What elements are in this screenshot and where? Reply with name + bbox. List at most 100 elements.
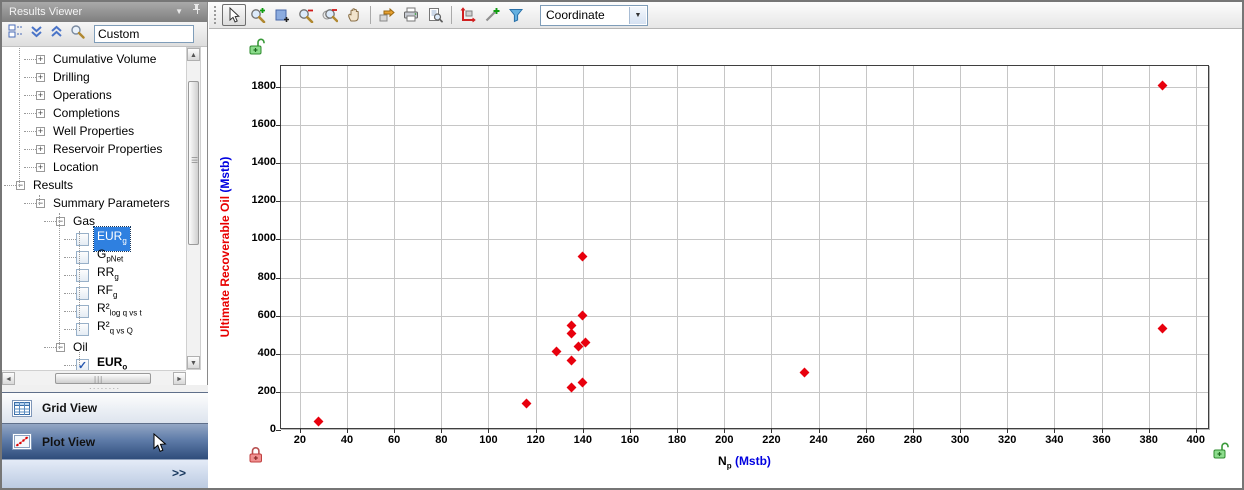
tree-item-label[interactable]: EURo	[94, 353, 130, 370]
tree-connector	[64, 329, 76, 330]
zoom-out-button[interactable]	[294, 4, 318, 26]
tree-item-label[interactable]: Location	[50, 158, 101, 176]
expand-icon[interactable]: +	[36, 109, 45, 118]
filter-button[interactable]	[504, 4, 528, 26]
x-tick-label: 280	[893, 434, 933, 446]
search-icon[interactable]	[70, 24, 85, 44]
item-checkbox[interactable]	[76, 287, 89, 300]
collapse-icon[interactable]: −	[56, 343, 65, 352]
add-annotation-button[interactable]	[480, 4, 504, 26]
data-point[interactable]	[1158, 80, 1168, 90]
scroll-up-icon[interactable]: ▲	[187, 48, 200, 61]
tree-item[interactable]: + Completions	[2, 104, 186, 122]
tree-item-label[interactable]: Cumulative Volume	[50, 50, 159, 68]
item-checkbox[interactable]	[76, 269, 89, 282]
data-point[interactable]	[799, 368, 809, 378]
expand-icon[interactable]: +	[36, 73, 45, 82]
panel-splitter-handle[interactable]: ........	[2, 385, 208, 392]
scatter-plot[interactable]: 2040608010012014016018020022024026028030…	[280, 65, 1209, 429]
item-checkbox[interactable]	[76, 305, 89, 318]
collapse-all-icon[interactable]	[30, 25, 43, 43]
tick-mark	[866, 428, 867, 433]
item-checkbox[interactable]: ✓	[76, 359, 89, 371]
data-point[interactable]	[578, 311, 588, 321]
expand-icon[interactable]: +	[36, 91, 45, 100]
toolbar-grip[interactable]	[214, 6, 217, 24]
scroll-down-icon[interactable]: ▼	[187, 356, 200, 369]
item-checkbox[interactable]	[76, 251, 89, 264]
y-axis-unlock-icon[interactable]	[248, 38, 266, 61]
panel-menu-chevron-icon[interactable]: ▼	[175, 2, 183, 22]
chevron-down-icon[interactable]: ▼	[629, 7, 646, 24]
tree-item[interactable]: −Results	[2, 176, 186, 194]
pan-hand-button[interactable]	[342, 4, 366, 26]
tree-item-label[interactable]: Summary Parameters	[50, 194, 173, 212]
tree-item[interactable]: + Reservoir Properties	[2, 140, 186, 158]
item-checkbox[interactable]	[76, 233, 89, 246]
data-point[interactable]	[578, 252, 588, 262]
tree-item[interactable]: + Location	[2, 158, 186, 176]
y-axis-title: Ultimate Recoverable Oil (Mstb)	[218, 157, 232, 338]
tree-vertical-scrollbar[interactable]: ▲ ☰ ▼	[186, 47, 201, 370]
collapse-icon[interactable]: −	[16, 181, 25, 190]
gridline	[394, 66, 395, 428]
data-point[interactable]	[552, 347, 562, 357]
vertical-scroll-thumb[interactable]: ☰	[188, 81, 199, 245]
tree-item[interactable]: −Summary Parameters	[2, 194, 186, 212]
tree-horizontal-scrollbar[interactable]: ◄ ||| ►	[2, 370, 186, 385]
data-point[interactable]	[578, 377, 588, 387]
tree-item-label[interactable]: Operations	[50, 86, 115, 104]
collapse-icon[interactable]: −	[36, 199, 45, 208]
data-point[interactable]	[566, 329, 576, 339]
select-pointer-button[interactable]	[222, 4, 246, 26]
collapse-icon[interactable]: −	[56, 217, 65, 226]
more-buttons-chevron[interactable]: >>	[172, 466, 186, 480]
grid-view-button[interactable]: Grid View	[2, 392, 208, 423]
data-point[interactable]	[521, 398, 531, 408]
tree-item[interactable]: R²q vs Q	[2, 320, 186, 338]
toolbar-separator	[451, 6, 452, 24]
print-preview-button[interactable]	[423, 4, 447, 26]
tree-item-label[interactable]: Drilling	[50, 68, 93, 86]
tree-item-label[interactable]: Reservoir Properties	[50, 140, 165, 158]
tree-item[interactable]: ✓ EURo	[2, 356, 186, 370]
y-tick-label: 1800	[232, 80, 276, 92]
layout-options-icon[interactable]	[8, 24, 23, 44]
x-axis-lock-icon[interactable]	[248, 446, 264, 469]
expand-icon[interactable]: +	[36, 145, 45, 154]
y-axis-unit: (Mstb)	[218, 157, 232, 196]
data-point[interactable]	[1158, 323, 1168, 333]
expand-icon[interactable]: +	[36, 163, 45, 172]
horizontal-scroll-thumb[interactable]: |||	[55, 373, 151, 384]
tree-item[interactable]: + Cumulative Volume	[2, 50, 186, 68]
tick-mark	[960, 428, 961, 433]
expand-icon[interactable]: +	[36, 127, 45, 136]
data-point[interactable]	[314, 416, 324, 426]
tree-item-label[interactable]: Completions	[50, 104, 123, 122]
axis-options-button[interactable]	[456, 4, 480, 26]
scroll-right-icon[interactable]: ►	[173, 372, 186, 385]
tree-item[interactable]: + Drilling	[2, 68, 186, 86]
tree-item[interactable]: + Well Properties	[2, 122, 186, 140]
item-checkbox[interactable]	[76, 323, 89, 336]
tree-item[interactable]: + Operations	[2, 86, 186, 104]
zoom-previous-button[interactable]	[318, 4, 342, 26]
zoom-in-button[interactable]	[246, 4, 270, 26]
data-point[interactable]	[566, 382, 576, 392]
filter-input[interactable]	[94, 25, 194, 43]
plot-view-button[interactable]: Plot View	[2, 423, 208, 459]
data-point[interactable]	[566, 355, 576, 365]
zoom-window-button[interactable]	[270, 4, 294, 26]
plot-type-dropdown[interactable]: Coordinate ▼	[540, 5, 648, 26]
tree-item-label[interactable]: Oil	[70, 338, 91, 356]
tree-item-label[interactable]: Results	[30, 176, 76, 194]
tree-item-label[interactable]: Well Properties	[50, 122, 137, 140]
expand-all-icon[interactable]	[50, 25, 63, 43]
scroll-left-icon[interactable]: ◄	[2, 372, 15, 385]
snapshot-button[interactable]	[375, 4, 399, 26]
print-button[interactable]	[399, 4, 423, 26]
expand-icon[interactable]: +	[36, 55, 45, 64]
tick-mark	[819, 428, 820, 433]
panel-titlebar: Results Viewer ▼	[2, 2, 207, 22]
pin-icon[interactable]	[192, 2, 201, 22]
